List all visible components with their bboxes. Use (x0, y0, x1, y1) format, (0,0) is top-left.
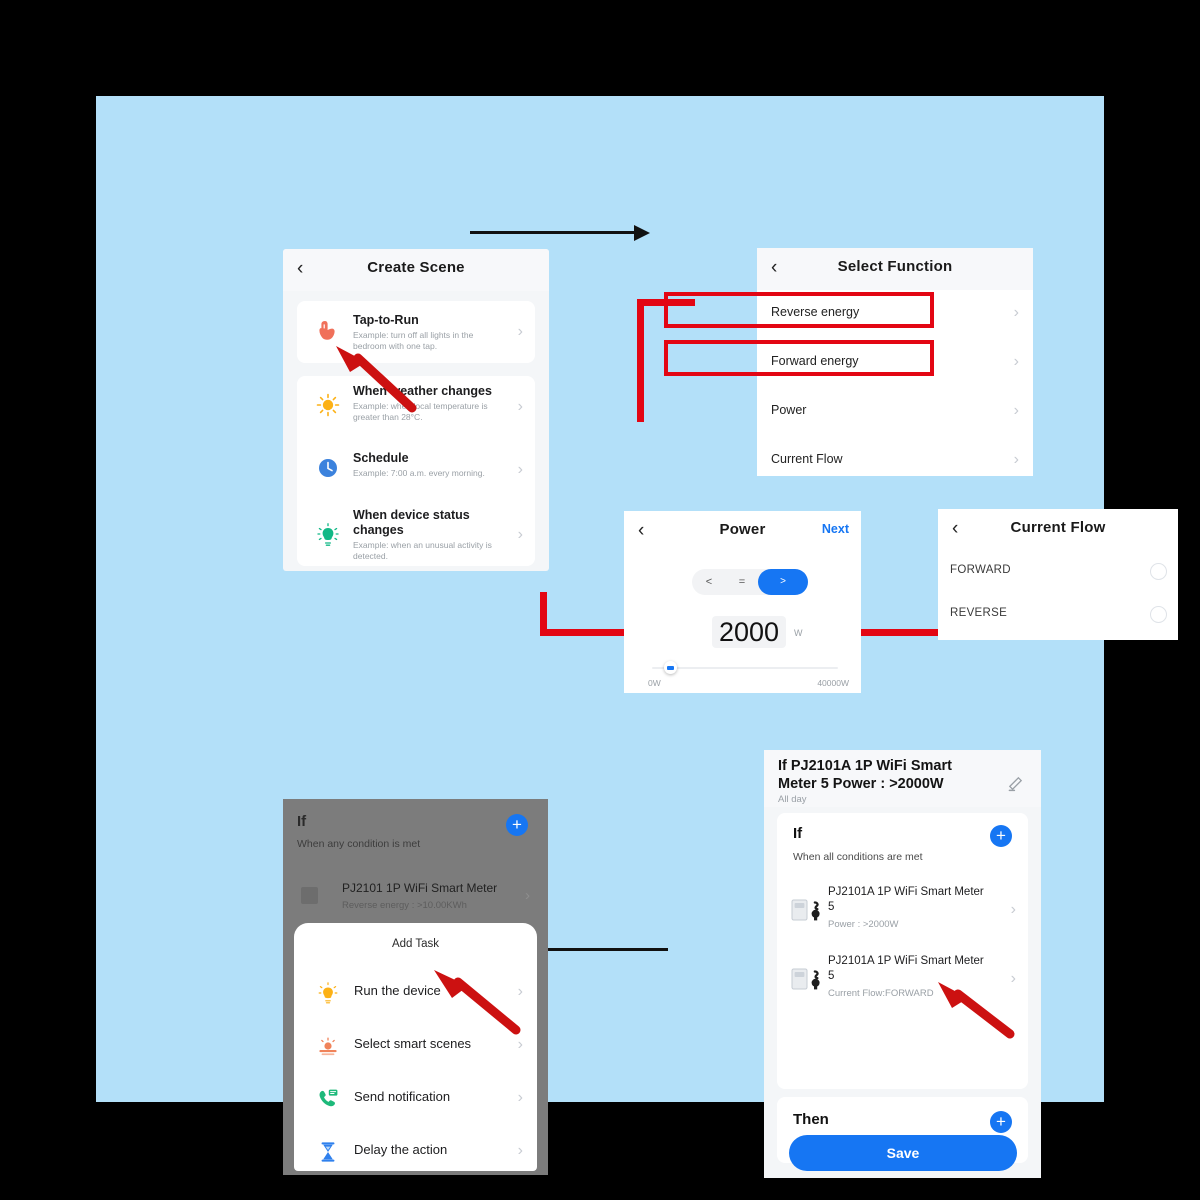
sheet-title: Add Task (391, 938, 440, 950)
plus-circle-icon[interactable]: + (506, 814, 528, 836)
list-item-title: Tap-to-Run (353, 313, 419, 327)
save-button[interactable]: Save (789, 1135, 1017, 1171)
function-item-label: Current Flow (771, 452, 843, 466)
if-conditions-card: If When all conditions are met + PJ2101A… (777, 813, 1028, 1089)
current-flow-panel: ‹ Current Flow FORWARD REVERSE (938, 509, 1178, 640)
condition-name: PJ2101A 1P WiFi Smart Meter 5 (828, 886, 984, 913)
diagram-canvas: ‹ Create Scene Tap-to-Run Example: turn … (96, 96, 1178, 1178)
task-item-label: Select smart scenes (354, 1036, 472, 1051)
bulb-icon (318, 982, 338, 1004)
chevron-right-icon: › (1013, 451, 1019, 468)
chevron-right-icon: › (517, 398, 523, 415)
current-flow-header: ‹ Current Flow (938, 509, 1178, 551)
chevron-right-icon: › (517, 1142, 523, 1159)
add-task-sheet: Add Task Run the device › Select smart s… (294, 923, 537, 1171)
next-button[interactable]: Next (822, 522, 849, 536)
highlight-box-current-flow (664, 340, 934, 376)
task-item-label: Send notification (354, 1089, 451, 1104)
chevron-right-icon: › (517, 461, 523, 478)
smart-meter-icon (301, 887, 318, 904)
chevron-right-icon: › (517, 1036, 523, 1053)
task-item-label: Delay the action (354, 1142, 448, 1157)
power-value[interactable]: 2000 (712, 616, 786, 648)
radio-icon[interactable] (1150, 606, 1167, 623)
scene-icon (319, 1037, 337, 1056)
power-slider-track[interactable] (652, 667, 838, 669)
chevron-right-icon: › (525, 887, 530, 904)
option-label: FORWARD (950, 564, 1011, 576)
chevron-right-icon: › (517, 526, 523, 543)
option-reverse[interactable]: REVERSE (938, 594, 1178, 637)
phone-notification-icon (319, 1089, 338, 1107)
if-heading: If (297, 813, 307, 830)
if-subtitle: When any condition is met (297, 838, 421, 850)
slider-min-label: 0W (648, 678, 661, 688)
page-title: If PJ2101A 1P WiFi Smart Meter 5 Power :… (778, 758, 952, 792)
condition-detail: Power : >2000W (828, 919, 899, 930)
option-forward[interactable]: FORWARD (938, 551, 1178, 594)
smart-meter-icon (791, 968, 820, 990)
red-pointer-arrow-run-device (434, 970, 521, 1035)
list-item-title: Schedule (353, 451, 409, 465)
condition-detail: Current Flow:FORWARD (828, 988, 934, 999)
chevron-right-icon: › (1010, 901, 1016, 918)
all-day-label: All day (778, 794, 807, 805)
list-item-schedule[interactable]: Schedule Example: 7:00 a.m. every mornin… (297, 439, 535, 502)
list-item-subtitle: Example: when an unusual activity is det… (353, 540, 492, 561)
condition-row-power[interactable]: PJ2101A 1P WiFi Smart Meter 5 Power : >2… (777, 875, 1028, 947)
power-slider-thumb[interactable] (664, 661, 677, 674)
operator-greater-than[interactable]: > (758, 569, 808, 595)
create-scene-header: ‹ Create Scene (283, 249, 549, 291)
then-heading: Then (793, 1111, 829, 1128)
chevron-right-icon: › (1013, 402, 1019, 419)
screenshot-root: ‹ Create Scene Tap-to-Run Example: turn … (0, 0, 1200, 1200)
list-item-device-status[interactable]: When device status changes Example: when… (297, 502, 535, 566)
smart-meter-icon (791, 899, 820, 921)
list-item-title: When device status changes (353, 508, 470, 537)
function-item-current-flow[interactable]: Current Flow › (757, 437, 1033, 476)
option-label: REVERSE (950, 607, 1008, 619)
scene-summary-panel: If PJ2101A 1P WiFi Smart Meter 5 Power :… (764, 750, 1041, 1178)
slider-max-label: 40000W (817, 678, 849, 688)
highlight-box-power (664, 292, 934, 328)
select-function-header: ‹ Select Function (757, 248, 1033, 290)
task-item-delay-action[interactable]: Delay the action › (294, 1125, 537, 1175)
condition-row[interactable]: PJ2101 1P WiFi Smart Meter Reverse energ… (297, 881, 534, 921)
radio-icon[interactable] (1150, 563, 1167, 580)
power-panel: ‹ Power Next < = > 2000 W 0W 40000W (624, 511, 861, 693)
chevron-right-icon: › (517, 1089, 523, 1106)
list-item-subtitle: Example: 7:00 a.m. every morning. (353, 468, 485, 478)
chevron-right-icon: › (1013, 304, 1019, 321)
sensor-icon (317, 523, 339, 546)
condition-name: PJ2101 1P WiFi Smart Meter (342, 881, 498, 895)
condition-detail: Reverse energy : >10.00KWh (342, 900, 467, 911)
plus-circle-icon[interactable]: + (990, 825, 1012, 847)
power-unit: W (794, 628, 803, 638)
summary-header: If PJ2101A 1P WiFi Smart Meter 5 Power :… (764, 750, 1041, 807)
operator-equals[interactable]: = (726, 569, 758, 595)
if-subtitle: When all conditions are met (793, 851, 923, 863)
hourglass-icon (321, 1142, 335, 1162)
pencil-icon[interactable] (1007, 776, 1023, 792)
operator-less-than[interactable]: < (692, 569, 726, 595)
if-heading: If (793, 825, 803, 842)
red-pointer-arrow-add-task (938, 982, 1015, 1039)
chevron-right-icon: › (517, 323, 523, 340)
power-header: ‹ Power Next (624, 511, 861, 553)
red-pointer-arrow-device-status (336, 346, 417, 413)
task-item-send-notification[interactable]: Send notification › (294, 1072, 537, 1125)
operator-segmented-control[interactable]: < = > (692, 569, 808, 595)
function-item-power[interactable]: Power › (757, 388, 1033, 437)
clock-icon (319, 459, 337, 477)
page-title: Create Scene (367, 259, 465, 276)
chevron-right-icon: › (1013, 353, 1019, 370)
plus-circle-icon[interactable]: + (990, 1111, 1012, 1133)
function-item-label: Power (771, 403, 807, 417)
page-title: Select Function (837, 258, 953, 275)
page-title: Current Flow (1010, 519, 1106, 536)
